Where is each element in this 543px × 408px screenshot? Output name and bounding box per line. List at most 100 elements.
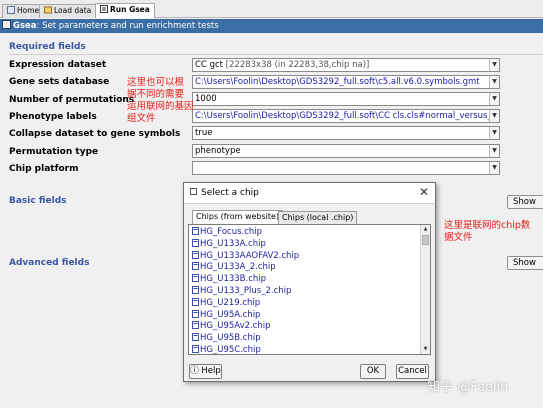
- vertical-scrollbar[interactable]: ▲ ▼: [420, 225, 430, 354]
- chevron-down-icon[interactable]: ▼: [489, 76, 499, 88]
- chip-list-item[interactable]: HG_U133A_2.chip: [192, 261, 276, 273]
- help-button[interactable]: ⓘ Help: [189, 364, 222, 379]
- gene-sets-database-value: C:\Users\Foolin\Desktop\GDS3292_full.sof…: [195, 77, 480, 87]
- ok-button[interactable]: OK: [360, 364, 386, 379]
- phenotype-labels-value: C:\Users\Foolin\Desktop\GDS3292_full.sof…: [195, 111, 500, 121]
- annotation-line: 组文件: [127, 113, 156, 124]
- chip-list-item[interactable]: HG_U95B.chip: [192, 332, 261, 344]
- annotation-line: 据文件: [444, 232, 473, 243]
- scroll-down-icon[interactable]: ▼: [421, 345, 430, 354]
- gene-sets-database-field[interactable]: C:\Users\Foolin\Desktop\GDS3292_full.sof…: [192, 75, 500, 89]
- number-of-permutations-field[interactable]: 1000 ▼: [192, 92, 500, 106]
- number-of-permutations-value: 1000: [195, 94, 217, 104]
- annotation-line: 这里是联网的chip数: [444, 220, 531, 231]
- chip-list-item[interactable]: HG_U219.chip: [192, 297, 260, 309]
- help-icon: ⓘ: [190, 366, 199, 376]
- chip-list-item-label: HG_U95C.chip: [200, 345, 261, 355]
- chip-list-item-label: HG_U133_Plus_2.chip: [200, 286, 292, 296]
- chip-list-item[interactable]: HG_Focus.chip: [192, 226, 262, 238]
- chevron-down-icon[interactable]: ▼: [489, 145, 499, 157]
- chip-file-icon: [192, 250, 199, 259]
- chip-list-item[interactable]: HG_U133B.chip: [192, 273, 266, 285]
- chip-list-item[interactable]: HG_U133_Plus_2.chip: [192, 285, 291, 297]
- tab-home[interactable]: Home: [2, 4, 45, 18]
- tab-load-data[interactable]: Load data: [39, 4, 97, 18]
- chip-list-item-label: HG_U219.chip: [200, 297, 261, 308]
- chip-list-item-label: HG_U133A_2.chip: [200, 262, 276, 273]
- phenotype-labels-label: Phenotype labels: [9, 112, 97, 122]
- chip-list[interactable]: HG_Focus.chip HG_U133A.chip HG_U133AAOFAV2…: [188, 224, 431, 355]
- scrollbar-thumb[interactable]: [422, 235, 429, 245]
- select-chip-dialog: Select a chip ✕ Chips (from website) Chi…: [183, 182, 436, 382]
- tab-bar: Home Load data Run Gsea: [0, 0, 543, 18]
- load-data-icon: [44, 6, 52, 14]
- chip-list-item[interactable]: HG_U95Av2.chip: [192, 320, 271, 332]
- chip-file-icon: [192, 286, 199, 294]
- chip-file-icon: [192, 321, 199, 330]
- advanced-fields-title: Advanced fields: [9, 258, 90, 268]
- expression-dataset-select[interactable]: CC gct [22283x38 (in 22283,38,chip na)] …: [192, 58, 500, 72]
- chip-list-item[interactable]: HG_U133A.chip: [192, 238, 266, 250]
- tab-chips-from-website[interactable]: Chips (from website): [192, 210, 284, 224]
- chip-list-item-label: HG_Focus.chip: [200, 227, 263, 237]
- chip-file-icon: [192, 238, 199, 247]
- chevron-down-icon[interactable]: ▼: [489, 59, 499, 71]
- titlebar-text: : Set parameters and run enrichment test…: [36, 21, 219, 31]
- chip-list-item-label: HG_U133A.chip: [200, 238, 266, 249]
- chip-platform-field[interactable]: ▼: [192, 161, 500, 175]
- chevron-down-icon[interactable]: ▼: [489, 162, 499, 174]
- tab-run-gsea[interactable]: Run Gsea: [95, 3, 155, 18]
- watermark: 知乎 @Foolin: [427, 380, 509, 395]
- gsea-window-icon: [2, 20, 11, 29]
- dialog-title: Select a chip: [190, 188, 259, 198]
- phenotype-labels-field[interactable]: C:\Users\Foolin\Desktop\GDS3292_full.sof…: [192, 109, 500, 123]
- chevron-down-icon[interactable]: ▼: [489, 93, 499, 105]
- annotation-line: 这里也可以根: [127, 77, 185, 88]
- chip-list-item-label: HG_U133AAOFAV2.chip: [200, 250, 300, 261]
- collapse-dataset-value: true: [195, 128, 213, 138]
- chip-list-item-label: HG_U95B.chip: [200, 333, 261, 344]
- expression-dataset-label: Expression dataset: [9, 60, 107, 70]
- number-of-permutations-label: Number of permutations: [9, 95, 135, 105]
- chip-file-icon: [192, 309, 199, 318]
- chip-list-item[interactable]: HG_U133AAOFAV2.chip: [192, 250, 299, 262]
- chip-file-icon: [192, 227, 199, 235]
- chip-list-item-label: HG_U133B.chip: [200, 274, 267, 285]
- chip-list-item[interactable]: HG_U95A.chip: [192, 309, 260, 321]
- tab-chips-local[interactable]: Chips (local .chip): [278, 211, 358, 224]
- tab-home-label: Home: [17, 6, 40, 15]
- chip-platform-label: Chip platform: [9, 164, 79, 174]
- basic-fields-title: Basic fields: [9, 196, 67, 206]
- tab-load-data-label: Load data: [54, 6, 92, 15]
- permutation-type-select[interactable]: phenotype ▼: [192, 144, 500, 158]
- chip-list-item-label: HG_U95Av2.chip: [200, 321, 271, 332]
- annotation-line: 据不同的需要: [127, 89, 185, 100]
- titlebar-prefix: Gsea: [13, 21, 37, 31]
- section-divider: [9, 54, 543, 55]
- collapse-dataset-label: Collapse dataset to gene symbols: [9, 129, 181, 139]
- collapse-dataset-select[interactable]: true ▼: [192, 126, 500, 140]
- expression-dataset-value: CC gct: [195, 60, 223, 70]
- advanced-fields-show-button[interactable]: Show: [507, 256, 543, 270]
- chevron-down-icon[interactable]: ▼: [489, 110, 499, 122]
- cancel-button[interactable]: Cancel: [396, 364, 429, 379]
- permutation-type-label: Permutation type: [9, 147, 99, 157]
- scroll-up-icon[interactable]: ▲: [421, 225, 430, 234]
- chip-file-icon: [192, 297, 199, 306]
- annotation-left: 这里也可以根 据不同的需要 运用联网的基因 组文件: [127, 77, 194, 125]
- chip-list-item-label: HG_U95A.chip: [200, 309, 261, 320]
- chip-file-icon: [192, 345, 199, 353]
- help-button-label: Help: [201, 366, 221, 376]
- expression-dataset-detail: [22283x38 (in 22283,38,chip na)]: [222, 60, 370, 70]
- run-gsea-icon: [100, 5, 108, 13]
- chip-file-icon: [192, 262, 199, 271]
- close-icon[interactable]: ✕: [419, 185, 429, 199]
- basic-fields-show-button[interactable]: Show: [507, 195, 543, 209]
- chevron-down-icon[interactable]: ▼: [489, 127, 499, 139]
- dialog-body: Chips (from website) Chips (local .chip)…: [184, 203, 435, 381]
- annotation-line: 运用联网的基因: [127, 101, 194, 112]
- window-titlebar: Gsea: Set parameters and run enrichment …: [0, 19, 543, 33]
- chip-list-item[interactable]: HG_U95C.chip: [192, 344, 261, 355]
- gene-sets-database-label: Gene sets database: [9, 77, 110, 87]
- required-fields-title: Required fields: [9, 42, 86, 52]
